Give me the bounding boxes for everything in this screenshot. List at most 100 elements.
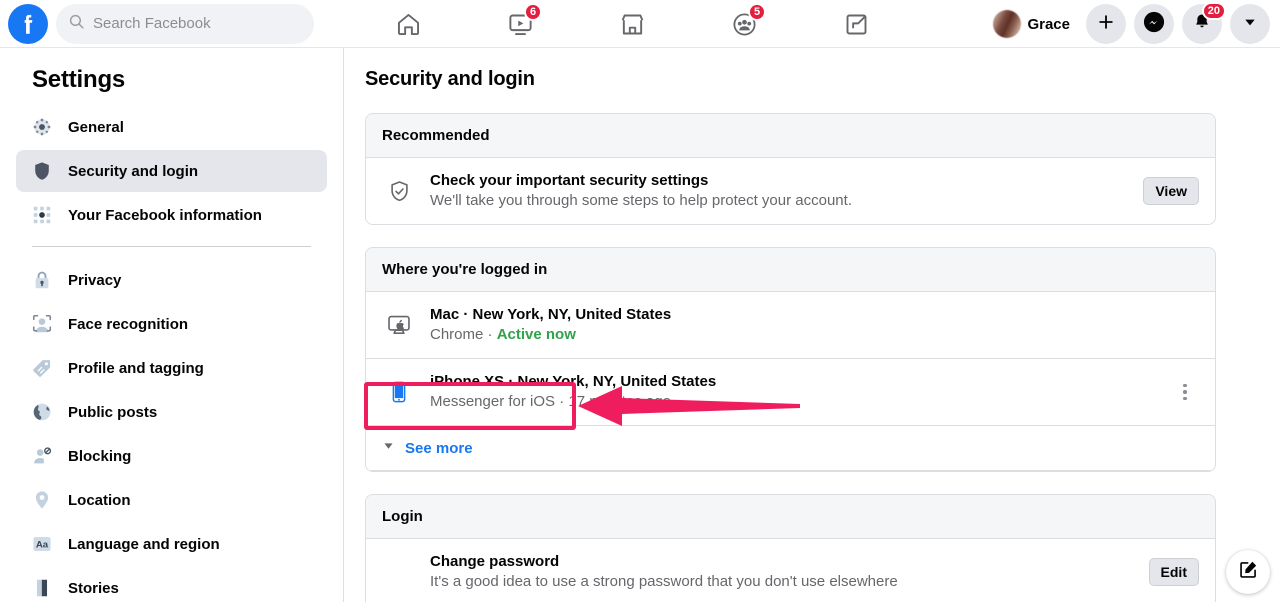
row-title: Change password <box>430 553 560 570</box>
compose-button[interactable] <box>1226 550 1270 594</box>
card-heading: Where you're logged in <box>366 248 1215 292</box>
search-bar[interactable] <box>56 3 314 44</box>
sidebar-title: Settings <box>32 66 126 93</box>
sidebar-item-security-and-login[interactable]: Security and login <box>16 150 327 192</box>
mobile-iphone-icon <box>382 380 416 404</box>
nav-groups[interactable]: 5 <box>688 0 800 48</box>
sidebar-item-stories[interactable]: Stories <box>16 567 327 602</box>
shield-check-icon <box>382 179 416 204</box>
groups-badge: 5 <box>748 3 767 21</box>
face-recognition-icon <box>28 310 56 338</box>
dot <box>1183 396 1187 401</box>
watch-badge: 6 <box>524 3 543 21</box>
sidebar-item-blocking[interactable]: Blocking <box>16 435 327 477</box>
row-change-password[interactable]: Change password It's a good idea to use … <box>366 539 1215 602</box>
dot <box>1183 390 1187 394</box>
sidebar-item-label: Face recognition <box>68 315 189 333</box>
sidebar-item-label: Privacy <box>68 271 122 289</box>
stories-book-icon <box>28 574 56 602</box>
lock-privacy-icon <box>28 266 56 294</box>
sidebar-item-label: Your Facebook information <box>68 206 262 224</box>
notifications-badge: 20 <box>1201 2 1226 20</box>
home-icon <box>395 11 422 38</box>
gaming-icon <box>843 11 870 38</box>
page-title: Security and login <box>365 68 535 90</box>
marketplace-store-icon <box>619 11 646 38</box>
card-recommended: Recommended Check your important securit… <box>365 113 1216 225</box>
sidebar-item-profile-and-tagging[interactable]: Profile and tagging <box>16 347 327 389</box>
see-more-label: See more <box>405 439 473 457</box>
facebook-information-icon <box>28 201 56 229</box>
facebook-logo[interactable] <box>8 3 48 44</box>
row-text: Change password It's a good idea to use … <box>430 552 1149 592</box>
settings-main-content: Security and login Recommended Check you… <box>345 48 1280 602</box>
globe-public-icon <box>28 398 56 426</box>
card-login: Login Change password It's a good idea t… <box>365 494 1216 602</box>
sidebar-item-face-recognition[interactable]: Face recognition <box>16 303 327 345</box>
dot <box>1183 383 1187 388</box>
row-text: iPhone XS · New York, NY, United States … <box>430 372 1171 412</box>
sidebar-item-location[interactable]: Location <box>16 479 327 521</box>
sidebar-item-privacy[interactable]: Privacy <box>16 259 327 301</box>
header-left-section <box>0 3 314 44</box>
edit-button[interactable]: Edit <box>1148 558 1199 586</box>
profile-name: Grace <box>1027 15 1070 33</box>
row-title: iPhone XS · New York, NY, United States <box>430 373 717 390</box>
top-navigation-bar: 6 5 Grace <box>0 0 1280 48</box>
create-plus-icon <box>1096 12 1116 37</box>
location-pin-icon <box>28 486 56 514</box>
tag-profile-icon <box>28 354 56 382</box>
sidebar-item-label: General <box>68 118 124 136</box>
desktop-mac-icon <box>382 312 416 338</box>
nav-gaming[interactable] <box>800 0 912 48</box>
row-subtitle: Chrome · Active now <box>430 325 1199 345</box>
sidebar-item-your-facebook-information[interactable]: Your Facebook information <box>16 194 327 236</box>
sidebar-item-public-posts[interactable]: Public posts <box>16 391 327 433</box>
header-right-section: Grace 20 <box>989 0 1270 48</box>
language-aa-icon: Aa <box>28 530 56 558</box>
nav-watch[interactable]: 6 <box>464 0 576 48</box>
sidebar-item-label: Security and login <box>68 162 199 180</box>
svg-text:Aa: Aa <box>36 540 49 551</box>
status-badge-active: Active now <box>496 326 576 343</box>
row-subtitle: We'll take you through some steps to hel… <box>430 192 852 209</box>
compose-edit-icon <box>1238 559 1259 585</box>
sidebar-item-label: Public posts <box>68 403 158 421</box>
card-heading: Login <box>366 495 1215 539</box>
see-more-row: See more <box>366 426 1215 471</box>
sidebar-item-label: Language and region <box>68 535 220 553</box>
session-row-iphone[interactable]: iPhone XS · New York, NY, United States … <box>366 359 1215 426</box>
session-client: Chrome · <box>430 326 497 343</box>
messenger-icon <box>1143 11 1165 38</box>
settings-sidebar: Settings General Security and login Your… <box>0 48 344 602</box>
gear-general-icon <box>28 113 56 141</box>
avatar <box>993 10 1022 38</box>
profile-menu-button[interactable]: Grace <box>989 6 1078 42</box>
search-input[interactable] <box>93 15 302 32</box>
session-options-menu[interactable] <box>1171 378 1199 406</box>
session-row-mac[interactable]: Mac · New York, NY, United States Chrome… <box>366 292 1215 359</box>
account-menu-button[interactable] <box>1230 4 1270 44</box>
sidebar-item-language-and-region[interactable]: Aa Language and region <box>16 523 327 565</box>
nav-marketplace[interactable] <box>576 0 688 48</box>
sidebar-item-label: Location <box>68 491 131 509</box>
chevron-down-icon <box>1242 14 1258 35</box>
card-heading: Recommended <box>366 114 1215 158</box>
header-nav-tabs: 6 5 <box>352 0 912 48</box>
see-more-button[interactable]: See more <box>382 439 473 457</box>
row-title: Mac · New York, NY, United States <box>430 306 672 323</box>
row-security-checkup[interactable]: Check your important security settings W… <box>366 158 1215 224</box>
block-user-icon <box>28 442 56 470</box>
sidebar-divider <box>32 246 311 247</box>
messenger-button[interactable] <box>1134 4 1174 44</box>
create-button[interactable] <box>1086 4 1126 44</box>
row-subtitle: Messenger for iOS · 17 minutes ago <box>430 393 671 410</box>
shield-security-icon <box>28 157 56 185</box>
row-text: Check your important security settings W… <box>430 171 1143 211</box>
notifications-button[interactable]: 20 <box>1182 2 1226 44</box>
view-button[interactable]: View <box>1143 177 1199 205</box>
sidebar-item-general[interactable]: General <box>16 106 327 148</box>
row-text: Mac · New York, NY, United States Chrome… <box>430 305 1199 345</box>
sidebar-item-label: Profile and tagging <box>68 359 204 377</box>
nav-home[interactable] <box>352 0 464 48</box>
